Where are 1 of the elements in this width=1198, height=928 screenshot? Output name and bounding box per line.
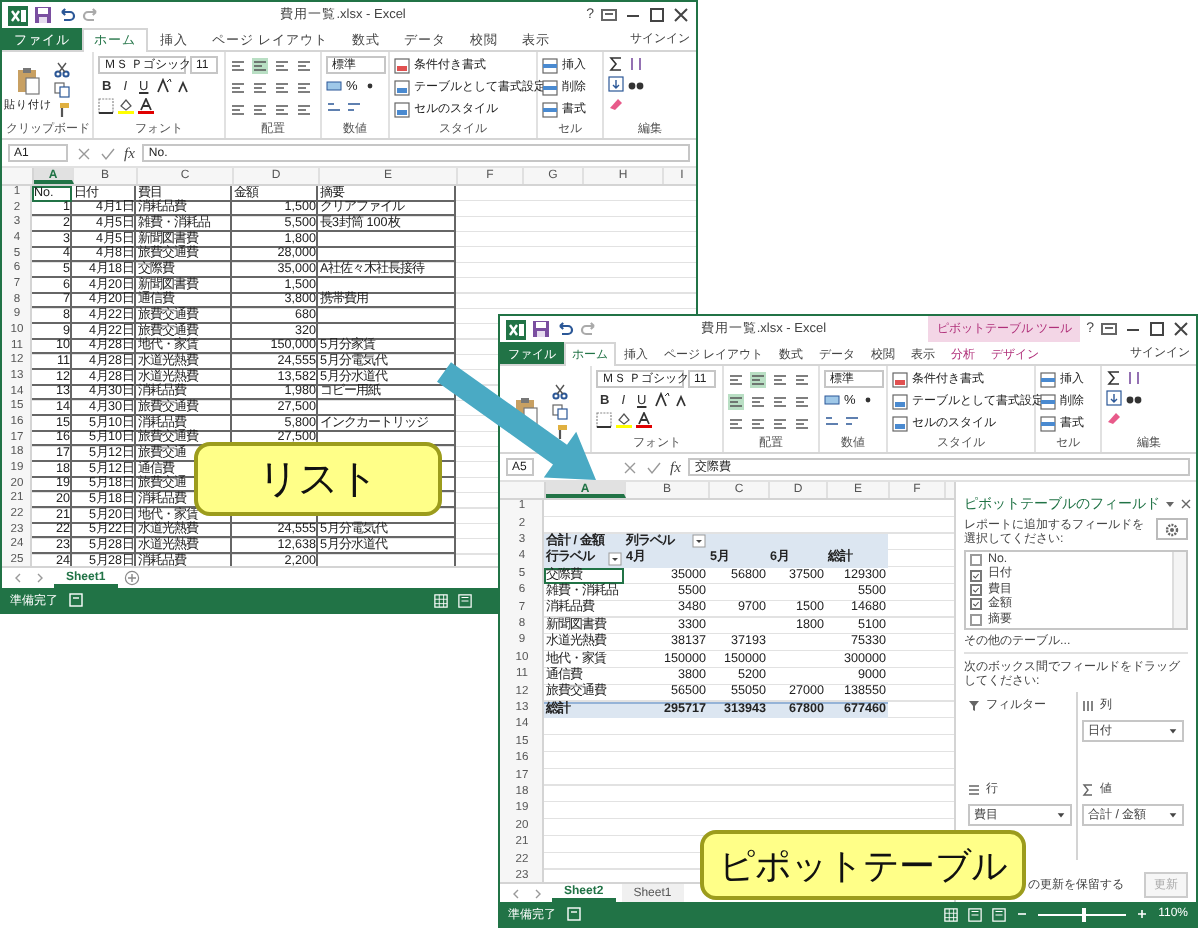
callout-label: ピポットテーブル — [700, 830, 1026, 900]
